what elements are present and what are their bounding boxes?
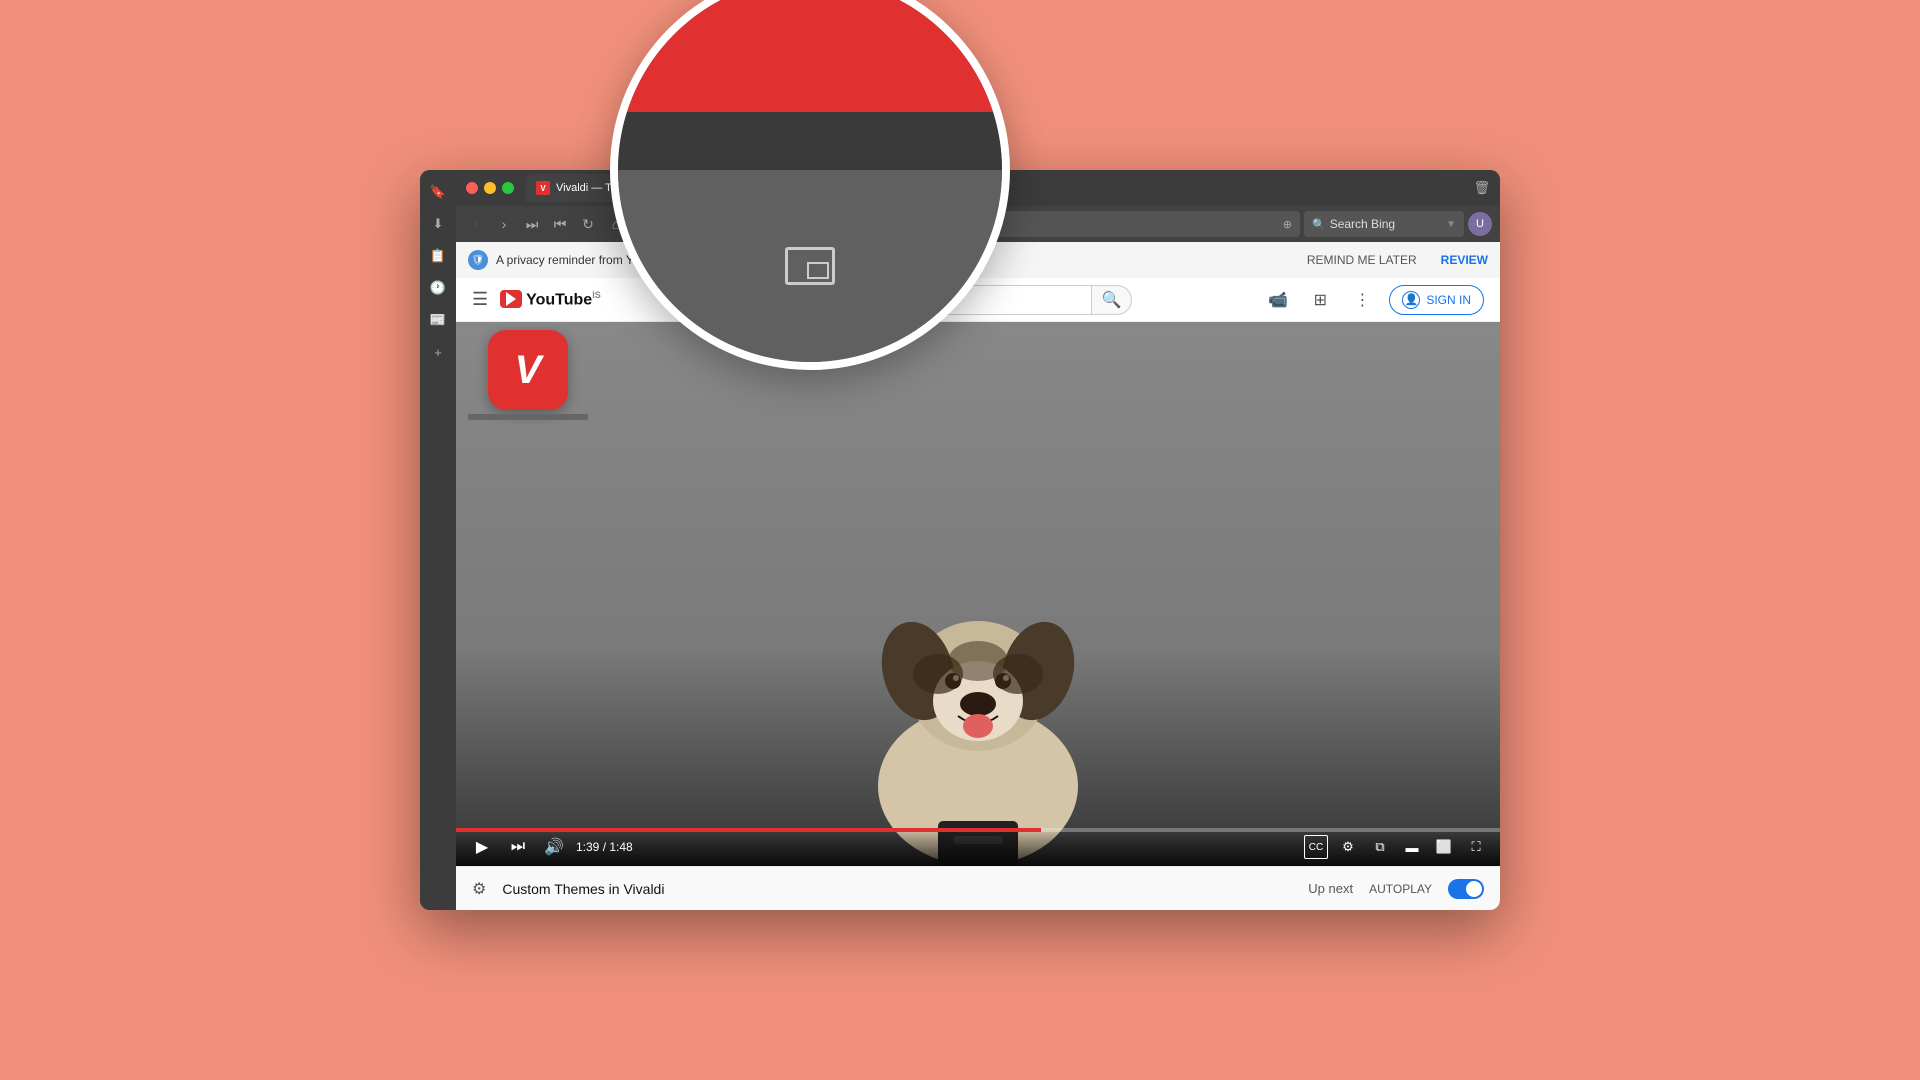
- youtube-header: ☰ YouTubeIS 🔍 📹 ⊞ ⋮ 👤: [456, 278, 1500, 322]
- autoplay-knob: [1466, 881, 1482, 897]
- yt-logo-icon: [500, 290, 522, 308]
- total-time: 1:48: [609, 840, 632, 854]
- dog-area: [456, 322, 1500, 866]
- sidebar-bookmark-icon[interactable]: 🔖: [424, 178, 452, 206]
- progress-bar-container[interactable]: [456, 828, 1500, 832]
- yt-logo[interactable]: YouTubeIS: [500, 290, 601, 309]
- captions-button[interactable]: CC: [1304, 835, 1328, 859]
- user-avatar[interactable]: U: [1468, 212, 1492, 236]
- pip-button[interactable]: ⧉: [1368, 835, 1392, 859]
- sidebar-add-icon[interactable]: +: [424, 338, 452, 366]
- forward-button[interactable]: ›: [492, 212, 516, 236]
- fullscreen-button[interactable]: ⛶: [1464, 835, 1488, 859]
- yt-logo-text: YouTubeIS: [526, 290, 601, 309]
- sidebar-download-icon[interactable]: ⬇: [424, 210, 452, 238]
- yt-logo-superscript: IS: [592, 290, 601, 300]
- close-button[interactable]: [466, 182, 478, 194]
- magnifier-red-section: [618, 0, 1002, 112]
- yt-search-button[interactable]: 🔍: [1092, 285, 1132, 315]
- trash-icon[interactable]: 🗑: [1473, 180, 1490, 196]
- play-button[interactable]: ▶: [468, 833, 496, 861]
- shelf-line: [468, 414, 588, 420]
- skip-next-button[interactable]: ⏭: [504, 833, 532, 861]
- minimize-button[interactable]: [484, 182, 496, 194]
- skip-back-button[interactable]: ⏮: [548, 212, 572, 236]
- below-video-bar: ⚙ Custom Themes in Vivaldi Up next AUTOP…: [456, 866, 1500, 910]
- yt-menu-button[interactable]: ☰: [472, 289, 488, 310]
- theater-button[interactable]: ⬜: [1432, 835, 1456, 859]
- vivaldi-tab-favicon: V: [536, 181, 550, 195]
- sign-in-person-icon: 👤: [1402, 291, 1420, 309]
- autoplay-label: AUTOPLAY: [1369, 882, 1432, 896]
- yt-apps-icon[interactable]: ⊞: [1305, 285, 1335, 315]
- yt-play-triangle: [506, 292, 516, 306]
- skip-forward-button[interactable]: ⏭: [520, 212, 544, 236]
- sidebar: 🔖 ⬇ 📋 🕐 📰 +: [420, 170, 456, 910]
- vivaldi-logo: V: [488, 330, 568, 410]
- browser-window: 🔖 ⬇ 📋 🕐 📰 + V Vivaldi — The browser tha …: [420, 170, 1500, 910]
- video-controls: ▶ ⏭ 🔊 1:39 / 1:48 CC ⚙ ⧉ ▬ ⬜ ⛶: [456, 828, 1500, 866]
- privacy-shield-icon: 🛡: [468, 250, 488, 270]
- pip-icon: [785, 247, 835, 285]
- search-dropdown-icon[interactable]: ▼: [1446, 219, 1456, 230]
- sign-in-label: SIGN IN: [1426, 293, 1471, 307]
- search-bar[interactable]: 🔍 Search Bing ▼: [1304, 211, 1464, 237]
- video-title: Custom Themes in Vivaldi: [502, 881, 664, 897]
- yt-more-icon[interactable]: ⋮: [1347, 285, 1377, 315]
- search-icon: 🔍: [1312, 218, 1326, 231]
- browser-main: V Vivaldi — The browser tha W Why... 🗑 ‹…: [456, 170, 1500, 910]
- reload-button[interactable]: ↻: [576, 212, 600, 236]
- progress-bar-fill: [456, 828, 1041, 832]
- yt-video-icon[interactable]: 📹: [1263, 285, 1293, 315]
- video-area[interactable]: V: [456, 322, 1500, 866]
- search-placeholder: Search Bing: [1330, 217, 1395, 231]
- maximize-button[interactable]: [502, 182, 514, 194]
- bookmark-icon[interactable]: ⊕: [1283, 218, 1292, 231]
- current-time: 1:39: [576, 840, 599, 854]
- volume-button[interactable]: 🔊: [540, 833, 568, 861]
- settings-gear-icon[interactable]: ⚙: [472, 879, 486, 899]
- up-next-label: Up next: [1308, 881, 1353, 896]
- autoplay-toggle[interactable]: [1448, 879, 1484, 899]
- remind-later-button[interactable]: REMIND ME LATER: [1307, 253, 1417, 267]
- review-button[interactable]: REVIEW: [1441, 253, 1488, 267]
- time-display: 1:39 / 1:48: [576, 840, 633, 854]
- settings-button[interactable]: ⚙: [1336, 835, 1360, 859]
- dog-svg: [838, 526, 1118, 866]
- video-background: V: [456, 322, 1500, 866]
- magnifier-mid-section: [618, 112, 1002, 170]
- miniplayer-button[interactable]: ▬: [1400, 835, 1424, 859]
- vivaldi-shelf: V: [468, 330, 588, 420]
- sidebar-history-icon[interactable]: 🕐: [424, 274, 452, 302]
- sidebar-notes-icon[interactable]: 📋: [424, 242, 452, 270]
- yt-right-icons: 📹 ⊞ ⋮ 👤 SIGN IN: [1263, 285, 1484, 315]
- sidebar-readinglist-icon[interactable]: 📰: [424, 306, 452, 334]
- vivaldi-v-letter: V: [515, 348, 542, 393]
- yt-sign-in-button[interactable]: 👤 SIGN IN: [1389, 285, 1484, 315]
- back-button[interactable]: ‹: [464, 212, 488, 236]
- traffic-lights: [466, 182, 514, 194]
- search-magnifier-icon: 🔍: [1102, 290, 1122, 310]
- up-next-area: Up next AUTOPLAY: [1308, 879, 1484, 899]
